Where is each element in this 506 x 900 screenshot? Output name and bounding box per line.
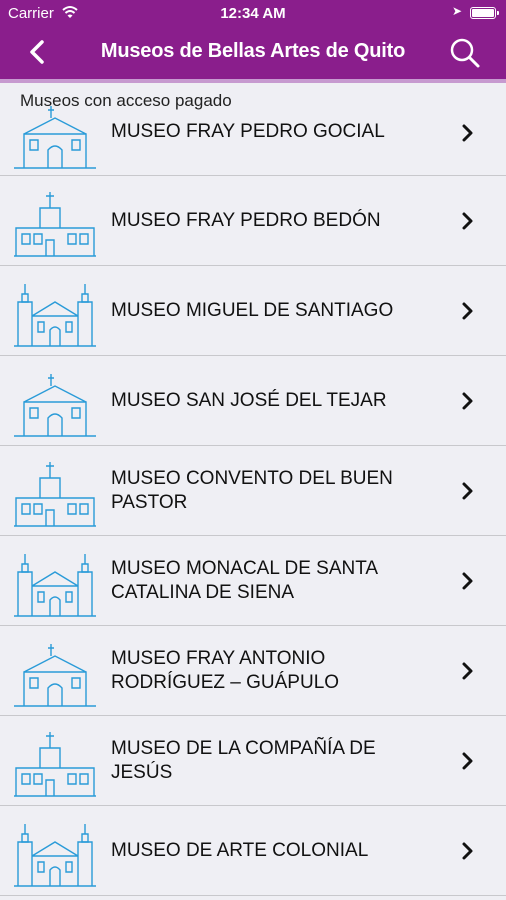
- list-item[interactable]: MUSEO MONACAL DE SANTA CATALINA DE SIENA: [0, 536, 506, 626]
- museum-name: MUSEO MONACAL DE SANTA CATALINA DE SIENA: [111, 558, 378, 603]
- chevron-right-icon: [462, 482, 473, 500]
- chevron-right-icon: [462, 212, 473, 230]
- chevron-right-icon: [462, 662, 473, 680]
- chevron-right-icon: [462, 752, 473, 770]
- museum-name: MUSEO DE ARTE COLONIAL: [111, 840, 369, 861]
- museum-name: MUSEO FRAY PEDRO BEDÓN: [111, 210, 381, 231]
- museum-list: MUSEO FRAY PEDRO GOCIAL MUSEO FRAY PEDRO …: [0, 88, 506, 896]
- museum-building-icon: [14, 374, 96, 437]
- chevron-left-icon[interactable]: [24, 32, 54, 72]
- list-item[interactable]: MUSEO MIGUEL DE SANTIAGO: [0, 266, 506, 356]
- navigation-bar: Museos de Bellas Artes de Quito: [0, 28, 506, 78]
- list-item[interactable]: MUSEO SAN JOSÉ DEL TEJAR: [0, 356, 506, 446]
- museum-building-icon: [14, 732, 96, 797]
- museum-name: MUSEO CONVENTO DEL BUEN PASTOR: [111, 468, 393, 513]
- list-item[interactable]: MUSEO CONVENTO DEL BUEN PASTOR: [0, 446, 506, 536]
- battery-icon: [470, 7, 499, 19]
- museum-name: MUSEO FRAY ANTONIO RODRÍGUEZ – GUÁPULO: [111, 648, 340, 693]
- museum-building-icon: [14, 192, 96, 257]
- section-header: Museos con acceso pagado: [20, 91, 232, 110]
- museum-building-icon: [14, 554, 96, 617]
- chevron-right-icon: [462, 124, 473, 142]
- museum-building-icon: [14, 462, 96, 527]
- list-item[interactable]: MUSEO FRAY PEDRO BEDÓN: [0, 176, 506, 266]
- museum-building-icon: [14, 824, 96, 887]
- top-bar: Carrier 12:34 AM ➤ Museos de Bellas Arte…: [0, 0, 506, 80]
- search-icon[interactable]: [448, 36, 482, 70]
- chevron-right-icon: [462, 842, 473, 860]
- museum-name: MUSEO SAN JOSÉ DEL TEJAR: [111, 390, 387, 411]
- page-title: Museos de Bellas Artes de Quito: [100, 40, 406, 62]
- status-time: 12:34 AM: [220, 5, 286, 22]
- list-item[interactable]: MUSEO DE ARTE COLONIAL: [0, 806, 506, 896]
- list-item[interactable]: MUSEO DE LA COMPAÑÍA DE JESÚS: [0, 716, 506, 806]
- museum-name: MUSEO DE LA COMPAÑÍA DE JESÚS: [111, 738, 376, 783]
- museum-building-icon: [14, 284, 96, 347]
- museum-name: MUSEO MIGUEL DE SANTIAGO: [111, 300, 394, 321]
- museum-building-icon: [14, 644, 96, 707]
- chevron-right-icon: [462, 302, 473, 320]
- chevron-right-icon: [462, 572, 473, 590]
- location-icon: ➤: [452, 4, 463, 18]
- nav-divider: [0, 79, 506, 83]
- list-item[interactable]: MUSEO FRAY ANTONIO RODRÍGUEZ – GUÁPULO: [0, 626, 506, 716]
- chevron-right-icon: [462, 392, 473, 410]
- status-bar: Carrier 12:34 AM ➤: [0, 0, 506, 28]
